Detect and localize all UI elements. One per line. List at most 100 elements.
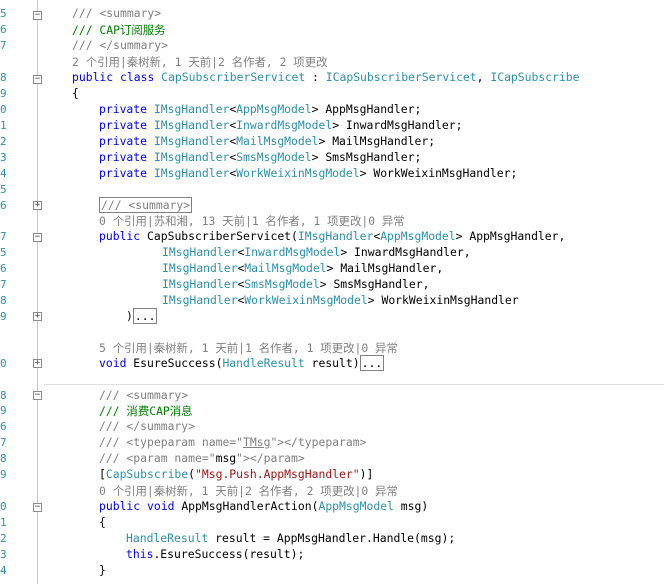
keyword: public (99, 229, 141, 243)
collapsed-summary[interactable]: /// <summary> (99, 197, 193, 213)
parameter: MailMsgHandler, (340, 261, 444, 275)
parameter: WorkWeixinMsgHandler (381, 293, 519, 307)
collapsed-body[interactable]: ... (132, 308, 158, 324)
codelens[interactable]: 2 个引用|秦树新, 1 天前|2 名作者, 2 项更改 (72, 54, 327, 70)
codelens-text[interactable]: 2 个引用|秦树新, 1 天前|2 名作者, 2 项更改 (72, 55, 327, 69)
collapse-icon[interactable]: − (33, 233, 42, 242)
method-name: AppMsgHandlerAction( (181, 499, 319, 513)
field-name: AppMsgHandler; (325, 102, 422, 116)
type-name: IMsgHandler (153, 134, 230, 148)
punctuation: ( (188, 467, 196, 481)
doc-comment: /// CAP订阅服务 (72, 23, 166, 37)
class-declaration[interactable]: public class CapSubscriberServicet : ICa… (72, 70, 580, 84)
line-number: 0 (0, 357, 6, 370)
keyword: private (99, 134, 148, 148)
parameter: result) (304, 356, 360, 370)
line-number: 5 (0, 183, 6, 196)
code-line[interactable]: } (99, 563, 106, 577)
doc-comment: /// <summary> (72, 6, 162, 20)
type-name: CapSubscriberServicet (161, 70, 306, 84)
codelens[interactable]: 0 个引用|秦树新, 1 天前|2 名作者, 2 项更改|0 异常 (99, 483, 398, 499)
code-line[interactable]: { (72, 86, 79, 100)
expand-icon[interactable]: + (33, 312, 42, 321)
line-number: 9 (0, 404, 6, 417)
line-number: 4 (0, 167, 6, 180)
constructor-param[interactable]: IMsgHandler<MailMsgModel> MailMsgHandler… (162, 261, 443, 275)
method-esure-success[interactable]: void EsureSuccess(HandleResult result)..… (99, 355, 385, 371)
attribute-line[interactable]: [CapSubscribe("Msg.Push.AppMsgHandler")] (99, 467, 373, 481)
code-line[interactable]: /// 消费CAP消息 (99, 403, 193, 419)
line-number: 6 (0, 420, 6, 433)
line-number: 8 (0, 452, 6, 465)
code-line[interactable]: /// </summary> (72, 38, 168, 52)
parameter: SmsMsgHandler, (333, 277, 430, 291)
type-name: ICapSubscriberServicet (325, 70, 477, 84)
code-line[interactable]: /// <typeparam name="TMsg"></typeparam> (99, 435, 366, 449)
field-name: InwardMsgHandler; (345, 118, 463, 132)
constructor-declaration[interactable]: public CapSubscriberServicet(IMsgHandler… (99, 229, 565, 243)
statement: result = AppMsgHandler.Handle(msg); (208, 531, 456, 545)
collapse-icon[interactable]: − (33, 503, 42, 512)
doc-comment: TMsg (243, 435, 271, 449)
collapse-icon[interactable]: − (33, 11, 42, 20)
line-number: 7 (0, 436, 6, 449)
codelens-text[interactable]: 0 个引用|秦树新, 1 天前|2 名作者, 2 项更改|0 异常 (99, 484, 398, 498)
type-name: WorkWeixinMsgModel (244, 293, 368, 307)
method-action-declaration[interactable]: public void AppMsgHandlerAction(AppMsgMo… (99, 499, 428, 513)
field-declaration[interactable]: private IMsgHandler<SmsMsgModel> SmsMsgH… (99, 150, 421, 164)
type-name: AppMsgModel (380, 229, 456, 243)
keyword: private (99, 150, 148, 164)
type-name: AppMsgModel (318, 499, 394, 513)
constructor-param[interactable]: IMsgHandler<WorkWeixinMsgModel> WorkWeix… (162, 293, 519, 307)
collapsed-body[interactable]: ... (359, 355, 385, 371)
codelens[interactable]: 5 个引用|秦树新, 1 天前|1 名作者, 1 项更改|0 异常 (99, 340, 398, 356)
line-number: 0 (0, 500, 6, 513)
code-line[interactable]: /// <summary> (99, 388, 188, 402)
codelens-text[interactable]: 5 个引用|秦树新, 1 天前|1 名作者, 1 项更改|0 异常 (99, 341, 398, 355)
code-line[interactable]: )... (126, 308, 158, 324)
line-number: 1 (0, 119, 6, 132)
doc-comment: /// 消费CAP消息 (99, 404, 193, 418)
line-number: 2 (0, 135, 6, 148)
brace: { (72, 86, 79, 100)
line-number: 6 (0, 23, 6, 36)
codelens-text[interactable]: 0 个引用|苏和湘, 13 天前|1 名作者, 1 项更改|0 异常 (99, 214, 405, 228)
collapsed-block[interactable]: /// <summary> (99, 197, 193, 213)
field-declaration[interactable]: private IMsgHandler<MailMsgModel> MailMs… (99, 134, 435, 148)
line-number: 4 (0, 564, 6, 577)
code-line[interactable]: this.EsureSuccess(result); (126, 547, 304, 561)
constructor-param[interactable]: IMsgHandler<InwardMsgModel> InwardMsgHan… (162, 245, 471, 259)
code-line[interactable]: HandleResult result = AppMsgHandler.Hand… (126, 531, 455, 545)
code-line[interactable]: /// </summary> (99, 419, 195, 433)
field-name: MailMsgHandler; (332, 134, 436, 148)
constructor-param[interactable]: IMsgHandler<SmsMsgModel> SmsMsgHandler, (162, 277, 429, 291)
line-number: 1 (0, 516, 6, 529)
code-line[interactable]: /// <param name="msg"></param> (99, 451, 305, 465)
code-line[interactable]: /// CAP订阅服务 (72, 22, 166, 38)
code-line[interactable]: { (99, 515, 106, 529)
type-name: IMsgHandler (162, 245, 238, 259)
doc-comment: /// <typeparam name=" (99, 435, 244, 449)
code-line[interactable]: /// <summary> (72, 6, 161, 20)
type-name: IMsgHandler (153, 102, 230, 116)
line-number: 9 (0, 468, 6, 481)
field-declaration[interactable]: private IMsgHandler<InwardMsgModel> Inwa… (99, 118, 463, 132)
line-number: 5 (0, 7, 6, 20)
method-name: CapSubscriberServicet( (147, 229, 298, 243)
field-declaration[interactable]: private IMsgHandler<AppMsgModel> AppMsgH… (99, 102, 421, 116)
line-number: 8 (0, 294, 6, 307)
collapse-icon[interactable]: − (33, 391, 42, 400)
collapse-icon[interactable]: − (33, 75, 42, 84)
type-name: MailMsgModel (236, 134, 319, 148)
doc-comment: /// </summary> (99, 419, 196, 433)
type-name: IMsgHandler (153, 150, 230, 164)
type-name: WorkWeixinMsgModel (236, 166, 360, 180)
field-declaration[interactable]: private IMsgHandler<WorkWeixinMsgModel> … (99, 166, 517, 180)
codelens[interactable]: 0 个引用|苏和湘, 13 天前|1 名作者, 1 项更改|0 异常 (99, 213, 405, 229)
type-name: MailMsgModel (244, 261, 327, 275)
type-name: IMsgHandler (297, 229, 374, 243)
line-number: 3 (0, 151, 6, 164)
expand-icon[interactable]: + (33, 359, 42, 368)
expand-icon[interactable]: + (33, 201, 42, 210)
line-number: 6 (0, 199, 6, 212)
